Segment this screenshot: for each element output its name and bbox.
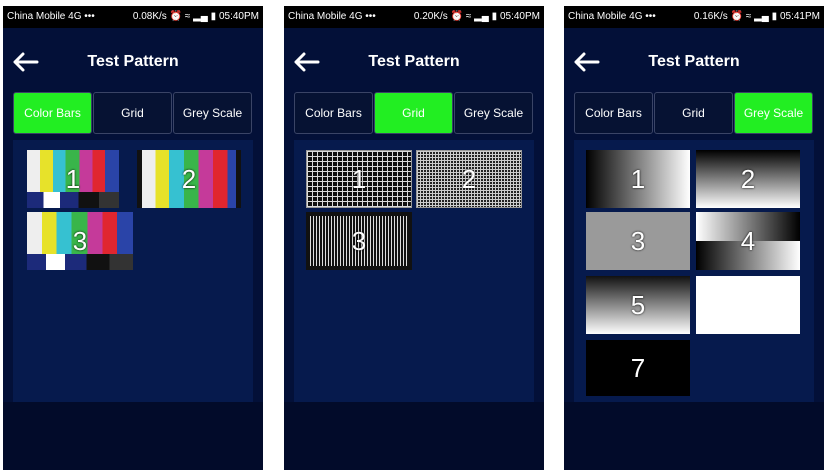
alarm-icon: ⏰: [730, 11, 744, 22]
pattern-thumbnail[interactable]: 1: [586, 150, 690, 208]
clock: 05:40PM: [218, 11, 259, 22]
thumbnail-number: 7: [630, 352, 646, 383]
tab-grid[interactable]: Grid: [93, 92, 172, 134]
page-title: Test Pattern: [368, 53, 460, 70]
app-bar: Test Pattern: [3, 41, 263, 83]
carrier-label: China Mobile 4G •••: [568, 11, 656, 22]
status-right: 0.16K/s ⏰ ≈ ▂▄ ▮ 05:41PM: [694, 6, 820, 28]
battery-icon: ▮: [771, 11, 778, 22]
page-title: Test Pattern: [648, 53, 740, 70]
pattern-thumbnail[interactable]: 4: [696, 212, 800, 270]
status-bar: China Mobile 4G ••• 0.16K/s ⏰ ≈ ▂▄ ▮ 05:…: [564, 6, 824, 28]
status-right: 0.08K/s ⏰ ≈ ▂▄ ▮ 05:40PM: [133, 6, 259, 28]
thumbnail-number: 2: [461, 163, 477, 194]
pattern-thumbnail[interactable]: 2: [696, 150, 800, 208]
page-title: Test Pattern: [87, 53, 179, 70]
thumbnail-number: 1: [65, 163, 81, 194]
thumbnail-number: 4: [740, 225, 756, 256]
thumbnail-number: 1: [630, 163, 646, 194]
wifi-icon: ≈: [465, 11, 472, 22]
tab-grey-scale[interactable]: Grey Scale: [454, 92, 533, 134]
wifi-icon: ≈: [745, 11, 752, 22]
signal-icon: ▂▄: [754, 11, 769, 22]
status-bar: China Mobile 4G ••• 0.08K/s ⏰ ≈ ▂▄ ▮ 05:…: [3, 6, 263, 28]
thumbnail-number: 1: [351, 163, 367, 194]
alarm-icon: ⏰: [450, 11, 464, 22]
tab-grey-scale[interactable]: Grey Scale: [173, 92, 252, 134]
app-bar: Test Pattern: [284, 41, 544, 83]
pattern-thumbnail[interactable]: 1: [306, 150, 412, 208]
pattern-thumbnail[interactable]: 3: [306, 212, 412, 270]
status-right: 0.20K/s ⏰ ≈ ▂▄ ▮ 05:40PM: [414, 6, 540, 28]
thumbnail-number: 2: [181, 163, 197, 194]
pattern-thumbnail[interactable]: 1: [27, 150, 119, 208]
pattern-gallery: 1 2 3: [294, 140, 534, 402]
pattern-thumbnail[interactable]: 5: [586, 276, 690, 334]
network-speed: 0.20K/s: [413, 11, 448, 22]
network-speed: 0.08K/s: [132, 11, 167, 22]
clock: 05:40PM: [499, 11, 540, 22]
thumbnail-number: 2: [740, 163, 756, 194]
phone-screen-grid: China Mobile 4G ••• 0.20K/s ⏰ ≈ ▂▄ ▮ 05:…: [284, 6, 544, 470]
bottom-area: [284, 402, 544, 470]
clock: 05:41PM: [779, 11, 820, 22]
tab-color-bars[interactable]: Color Bars: [13, 92, 92, 134]
pattern-thumbnail[interactable]: 3: [27, 212, 133, 270]
pattern-gallery: 1 2 3 4 5 7: [574, 140, 814, 402]
battery-icon: ▮: [491, 11, 498, 22]
alarm-icon: ⏰: [169, 11, 183, 22]
tab-grey-scale[interactable]: Grey Scale: [734, 92, 813, 134]
tab-color-bars[interactable]: Color Bars: [574, 92, 653, 134]
pattern-gallery: 1 2 3: [13, 140, 253, 402]
app-bar: Test Pattern: [564, 41, 824, 83]
network-speed: 0.16K/s: [693, 11, 728, 22]
tab-grid[interactable]: Grid: [374, 92, 453, 134]
thumbnail-number: 3: [630, 225, 646, 256]
pattern-thumbnail[interactable]: 3: [586, 212, 690, 270]
thumbnail-number: 3: [351, 225, 367, 256]
tab-bar: Color Bars Grid Grey Scale: [13, 92, 253, 134]
tab-bar: Color Bars Grid Grey Scale: [574, 92, 814, 134]
bottom-area: [564, 402, 824, 470]
thumbnail-number: 5: [630, 289, 646, 320]
tab-grid[interactable]: Grid: [654, 92, 733, 134]
tab-color-bars[interactable]: Color Bars: [294, 92, 373, 134]
pattern-thumbnail[interactable]: [696, 276, 800, 334]
battery-icon: ▮: [210, 11, 217, 22]
phone-screen-grey-scale: China Mobile 4G ••• 0.16K/s ⏰ ≈ ▂▄ ▮ 05:…: [564, 6, 824, 470]
thumbnail-number: 3: [72, 225, 88, 256]
phone-screen-color-bars: China Mobile 4G ••• 0.08K/s ⏰ ≈ ▂▄ ▮ 05:…: [3, 6, 263, 470]
pattern-thumbnail[interactable]: 2: [137, 150, 241, 208]
wifi-icon: ≈: [184, 11, 191, 22]
carrier-label: China Mobile 4G •••: [288, 11, 376, 22]
pattern-thumbnail[interactable]: 2: [416, 150, 522, 208]
pattern-thumbnail[interactable]: 7: [586, 340, 690, 396]
tab-bar: Color Bars Grid Grey Scale: [294, 92, 534, 134]
signal-icon: ▂▄: [193, 11, 208, 22]
carrier-label: China Mobile 4G •••: [7, 11, 95, 22]
bottom-area: [3, 402, 263, 470]
status-bar: China Mobile 4G ••• 0.20K/s ⏰ ≈ ▂▄ ▮ 05:…: [284, 6, 544, 28]
signal-icon: ▂▄: [474, 11, 489, 22]
